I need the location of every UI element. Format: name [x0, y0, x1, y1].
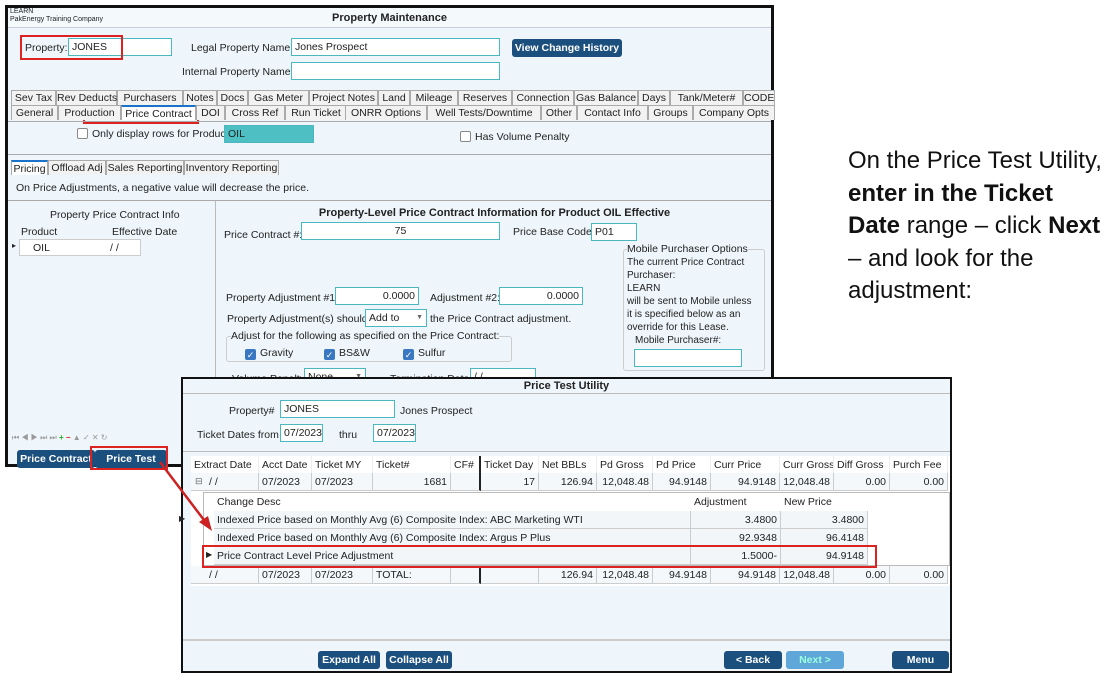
text: – and look for the adjustment:: [848, 244, 1034, 305]
text: range – click: [900, 212, 1049, 239]
bold-text: Next: [1048, 212, 1101, 239]
instruction-text: On the Price Test Utility, enter in the …: [848, 145, 1103, 308]
text: On the Price Test Utility,: [848, 147, 1102, 174]
annotation-arrow: [159, 461, 212, 531]
